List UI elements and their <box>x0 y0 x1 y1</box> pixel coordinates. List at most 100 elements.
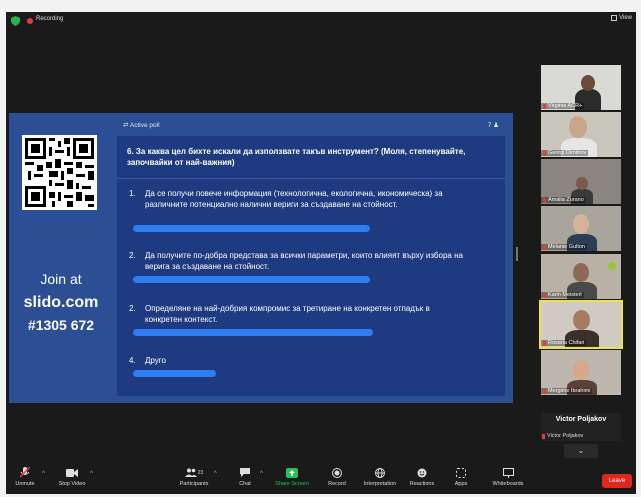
event-code: #1305 672 <box>27 317 95 333</box>
active-poll-text: Active poll <box>129 122 160 129</box>
option-text: Определяне на най-добрия компромис за тр… <box>145 304 430 324</box>
interpretation-label: Interpretation <box>363 481 397 487</box>
recording-label: Recording <box>36 16 64 22</box>
stop-video-button[interactable]: Stop Video <box>54 467 90 487</box>
option-number: 2. <box>129 304 136 313</box>
active-poll-label: ⇄ Active poll <box>123 122 160 129</box>
chat-button[interactable]: Chat <box>232 467 258 487</box>
option-number: 2. <box>129 251 136 260</box>
recording-dot-icon <box>27 18 33 24</box>
participant-name: Melanie Gulton <box>548 244 585 250</box>
muted-microphone-icon <box>10 467 40 478</box>
people-icon: ♟ <box>493 122 499 129</box>
muted-mic-icon <box>543 197 546 203</box>
participant-tile[interactable]: Karin Meisterl <box>541 254 621 299</box>
resize-handle[interactable] <box>516 247 518 261</box>
qr-code <box>22 135 97 210</box>
participant-name: Virginia ACR+ <box>548 103 583 109</box>
shared-screen: Join at slido.com #1305 672 ⇄ Active pol… <box>9 113 513 403</box>
unmute-button[interactable]: Unmute <box>10 467 40 487</box>
poll-header: ⇄ Active poll 7 ♟ <box>117 117 505 135</box>
poll-divider <box>117 178 505 179</box>
poll-count-value: 7 <box>487 122 492 129</box>
chevron-up-icon[interactable]: ^ <box>42 471 45 477</box>
participants-icon: 23 <box>174 467 214 478</box>
participant-name: Karin Meisterl <box>548 292 582 298</box>
view-grid-icon <box>611 15 618 21</box>
participant-name-large: Victor Poljakov <box>555 416 607 423</box>
participant-tile[interactable]: Mergime Ibrahimi <box>541 350 621 395</box>
participant-name-tag: Melanie Gulton <box>541 244 587 250</box>
slido-site: slido.com <box>23 294 99 311</box>
chat-label: Chat <box>239 481 251 487</box>
participant-name: Mergime Ibrahimi <box>548 388 591 394</box>
participant-video-head <box>581 75 595 91</box>
participant-name-tag: Amalia Zurano <box>541 197 586 203</box>
participant-tile-active-speaker[interactable]: Rosaria Chifari <box>539 300 623 349</box>
leave-button[interactable]: Leave <box>602 474 632 488</box>
muted-mic-icon <box>543 150 546 156</box>
muted-mic-icon <box>543 388 546 394</box>
option-result-bar <box>133 370 216 377</box>
option-text: Друго <box>145 356 166 365</box>
poll-question: 6. За каква цел бихте искали да използва… <box>127 147 466 167</box>
reactions-button[interactable]: Reactions <box>406 467 438 487</box>
option-text: Да получите по-добра представа за всички… <box>145 251 463 271</box>
option-result-bar <box>133 225 370 232</box>
option-result-bar <box>133 276 370 283</box>
chevron-up-icon[interactable]: ^ <box>90 471 93 477</box>
participant-video-head <box>573 214 589 234</box>
meeting-toolbar: Unmute ^ Stop Video ^ 23 Participants ^ … <box>6 465 636 494</box>
unmute-label: Unmute <box>15 481 35 487</box>
record-label: Record <box>328 481 346 487</box>
smiley-icon <box>406 467 438 478</box>
participant-name-tag: Mergime Ibrahimi <box>541 388 593 394</box>
record-button[interactable]: Record <box>324 467 350 487</box>
security-shield-icon[interactable] <box>11 16 20 26</box>
option-text: Да се получи повече информация (технолог… <box>145 189 443 209</box>
poll-panel: 6. За каква цел бихте искали да използва… <box>117 136 505 396</box>
participant-name-tag: Virginia ACR+ <box>541 103 585 109</box>
apps-icon <box>450 467 472 478</box>
participant-name-tag: Victor Poljakov <box>542 433 583 439</box>
whiteboards-label: Whiteboards <box>492 481 524 487</box>
option-number: 4. <box>129 356 136 365</box>
view-label: View <box>619 15 632 21</box>
participant-video-head <box>573 360 589 380</box>
share-screen-button[interactable]: Share Screen <box>272 467 312 487</box>
apps-label: Apps <box>454 481 468 487</box>
participant-tile[interactable]: Virginia ACR+ <box>541 65 621 110</box>
participant-video-head <box>569 116 587 138</box>
apps-button[interactable]: Apps <box>450 467 472 487</box>
option-result-bar <box>133 329 373 336</box>
share-screen-icon <box>272 467 312 478</box>
join-at-label: Join at <box>40 271 82 287</box>
view-button[interactable]: View <box>611 15 632 21</box>
participant-name-tag: Georgi Dimitrov <box>541 150 589 156</box>
whiteboards-button[interactable]: Whiteboards <box>488 467 528 487</box>
participant-name: Amalia Zurano <box>548 197 584 203</box>
chat-bubble-icon <box>232 467 258 478</box>
participant-tile[interactable]: Georgi Dimitrov <box>541 112 621 157</box>
top-bar: Recording View <box>6 12 636 30</box>
interpretation-button[interactable]: Interpretation <box>358 467 402 487</box>
participant-name-tag: Karin Meisterl <box>541 292 584 298</box>
muted-mic-icon <box>543 292 546 298</box>
scroll-down-button[interactable]: ⌄ <box>564 444 598 458</box>
participant-video-head <box>573 263 589 282</box>
participant-tile[interactable]: Melanie Gulton <box>541 206 621 251</box>
chevron-down-icon: ⌄ <box>577 446 585 455</box>
muted-mic-icon <box>543 103 546 109</box>
participants-button[interactable]: 23 Participants <box>174 467 214 487</box>
chevron-up-icon[interactable]: ^ <box>214 471 217 477</box>
zoom-meeting-window: Recording View Join at slido.com #1305 6… <box>6 12 636 494</box>
share-screen-label: Share Screen <box>275 481 309 487</box>
participant-name: Rosaria Chifari <box>548 340 585 346</box>
plant-decor <box>608 262 616 270</box>
participant-tile[interactable]: Amalia Zurano <box>541 159 621 204</box>
chevron-up-icon[interactable]: ^ <box>260 471 263 477</box>
participants-label: Participants <box>179 481 209 487</box>
qr-code-image <box>22 135 97 210</box>
reactions-label: Reactions <box>409 481 435 487</box>
globe-icon <box>358 467 402 478</box>
